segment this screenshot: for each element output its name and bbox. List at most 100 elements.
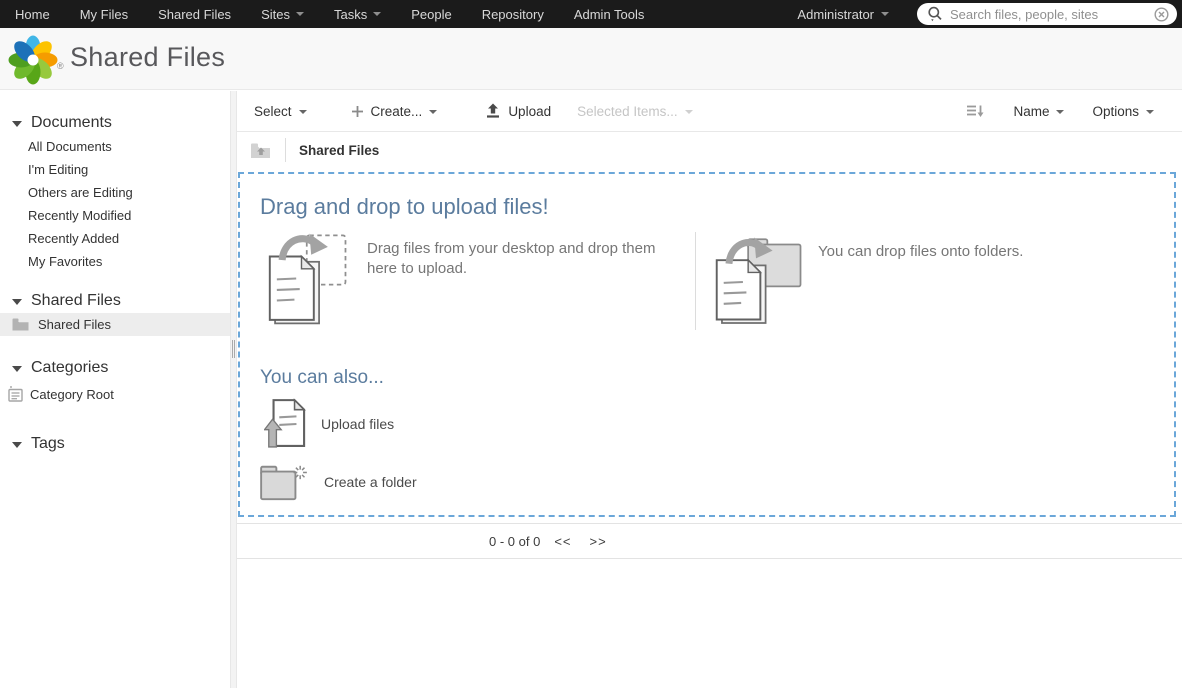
nav-item-home[interactable]: Home — [0, 0, 65, 28]
create-button[interactable]: Create... — [351, 104, 438, 119]
chevron-down-icon — [881, 12, 889, 16]
sidebar-item-recently-added[interactable]: Recently Added — [28, 227, 230, 250]
upload-button[interactable]: Upload — [485, 103, 551, 119]
sidebar-item-shared-files-root[interactable]: Shared Files — [0, 313, 230, 336]
search-input[interactable] — [950, 6, 1154, 22]
paginator: 0 - 0 of 0 << >> — [237, 523, 1182, 559]
section-label: Categories — [31, 359, 109, 376]
breadcrumb-current-folder: Shared Files — [299, 142, 380, 158]
paginator-next-button[interactable]: >> — [590, 534, 607, 549]
you-can-also-heading: You can also... — [260, 367, 384, 388]
page-title: Shared Files — [70, 42, 226, 72]
create-folder-label: Create a folder — [324, 474, 417, 490]
options-button[interactable]: Options — [1092, 104, 1154, 119]
plus-icon — [351, 105, 364, 118]
sidebar-item-my-favorites[interactable]: My Favorites — [28, 250, 230, 273]
nav-item-admin-tools[interactable]: Admin Tools — [559, 0, 660, 28]
sidebar: Documents All Documents I'm Editing Othe… — [0, 91, 230, 688]
user-menu-administrator[interactable]: Administrator — [797, 7, 889, 22]
select-button[interactable]: Select — [254, 104, 307, 119]
nav-item-sites[interactable]: Sites — [246, 0, 319, 28]
sidebar-section-categories[interactable]: Categories — [0, 356, 230, 380]
new-folder-icon — [259, 462, 309, 502]
folder-icon — [12, 318, 29, 331]
nav-item-label: People — [411, 6, 452, 22]
nav-item-my-files[interactable]: My Files — [65, 0, 143, 28]
folder-up-icon[interactable] — [250, 142, 271, 159]
upload-files-link[interactable]: Upload files — [264, 398, 394, 450]
registered-trademark: ® — [57, 61, 64, 71]
search-icon — [927, 6, 943, 23]
nav-item-tasks[interactable]: Tasks — [319, 0, 396, 28]
nav-item-label: Sites — [261, 6, 290, 22]
user-menu-label: Administrator — [797, 6, 874, 22]
nav-item-label: Repository — [481, 6, 544, 22]
clear-search-icon[interactable] — [1154, 6, 1169, 22]
dropzone-title: Drag and drop to upload files! — [260, 194, 549, 219]
upload-files-label: Upload files — [321, 416, 395, 432]
paginator-range: 0 - 0 of 0 — [489, 533, 541, 549]
sidebar-item-category-root[interactable]: Category Root — [0, 382, 230, 406]
sidebar-resize-handle[interactable] — [232, 340, 235, 358]
dropzone-hint-text: Drag files from your desktop and drop th… — [367, 240, 656, 277]
tree-row-label: Category Root — [30, 386, 114, 402]
nav-item-label: Shared Files — [158, 6, 232, 22]
sidebar-content-divider — [230, 91, 237, 688]
nav-item-people[interactable]: People — [396, 0, 466, 28]
sidebar-section-documents[interactable]: Documents — [0, 111, 230, 135]
button-label: Name — [1013, 103, 1050, 119]
chevron-down-icon — [1056, 110, 1065, 114]
section-label: Tags — [31, 435, 65, 452]
dropzone-hint-text: You can drop files onto folders. — [818, 243, 1024, 260]
nav-item-label: My Files — [79, 6, 129, 22]
sort-field-button[interactable]: Name — [1013, 103, 1065, 119]
nav-item-label: Home — [15, 6, 50, 22]
nav-item-label: Tasks — [333, 6, 368, 22]
button-label: Select — [254, 103, 292, 119]
dropzone-hint-folders: You can drop files onto folders. — [708, 230, 1023, 327]
button-label: Selected Items... — [577, 103, 678, 119]
sidebar-item-recently-modified[interactable]: Recently Modified — [28, 204, 230, 227]
drag-drop-upload-zone[interactable]: Drag and drop to upload files! Drag file… — [238, 172, 1176, 517]
paginator-previous-button[interactable]: << — [554, 534, 571, 549]
section-label: Shared Files — [31, 292, 121, 309]
nav-item-shared-files[interactable]: Shared Files — [143, 0, 246, 28]
triangle-down-icon — [12, 298, 22, 305]
dropzone-divider — [695, 232, 696, 330]
tree-row-label: Shared Files — [38, 317, 111, 332]
document-list-toolbar: Select Create... Upload Selected Items..… — [237, 91, 1182, 132]
sidebar-section-shared-files[interactable]: Shared Files — [0, 289, 230, 313]
create-folder-link[interactable]: Create a folder — [259, 462, 417, 502]
button-label: Create... — [370, 103, 423, 119]
dropzone-hint-desktop: Drag files from your desktop and drop th… — [261, 230, 689, 327]
drop-files-onto-folder-icon — [708, 230, 804, 327]
global-search-box[interactable] — [917, 3, 1177, 25]
chevron-down-icon — [373, 12, 382, 16]
chevron-down-icon — [1146, 110, 1154, 114]
sort-order-icon[interactable] — [966, 104, 985, 119]
button-label: Options — [1092, 103, 1139, 119]
alfresco-logo-icon — [7, 32, 59, 91]
chevron-down-icon — [684, 110, 693, 114]
sidebar-section-tags[interactable]: Tags — [0, 432, 230, 456]
chevron-down-icon — [429, 110, 438, 114]
chevron-down-icon — [295, 12, 304, 16]
breadcrumb-divider — [285, 138, 286, 162]
dropzone-hints: Drag files from your desktop and drop th… — [240, 230, 1174, 334]
triangle-down-icon — [12, 441, 22, 448]
selected-items-button[interactable]: Selected Items... — [577, 104, 693, 119]
triangle-down-icon — [12, 120, 22, 127]
nav-item-label: Admin Tools — [573, 6, 645, 22]
sidebar-item-im-editing[interactable]: I'm Editing — [28, 158, 230, 181]
category-icon — [8, 386, 23, 402]
app-header: ® Shared Files — [0, 28, 1182, 90]
documents-filter-list: All Documents I'm Editing Others are Edi… — [0, 135, 230, 273]
section-label: Documents — [31, 114, 112, 131]
button-label: Upload — [508, 103, 552, 119]
sidebar-item-all-documents[interactable]: All Documents — [28, 135, 230, 158]
upload-file-icon — [264, 398, 306, 450]
chevron-down-icon — [298, 110, 307, 114]
sidebar-item-others-are-editing[interactable]: Others are Editing — [28, 181, 230, 204]
nav-item-repository[interactable]: Repository — [467, 0, 559, 28]
drag-files-to-dropzone-icon — [261, 230, 349, 327]
